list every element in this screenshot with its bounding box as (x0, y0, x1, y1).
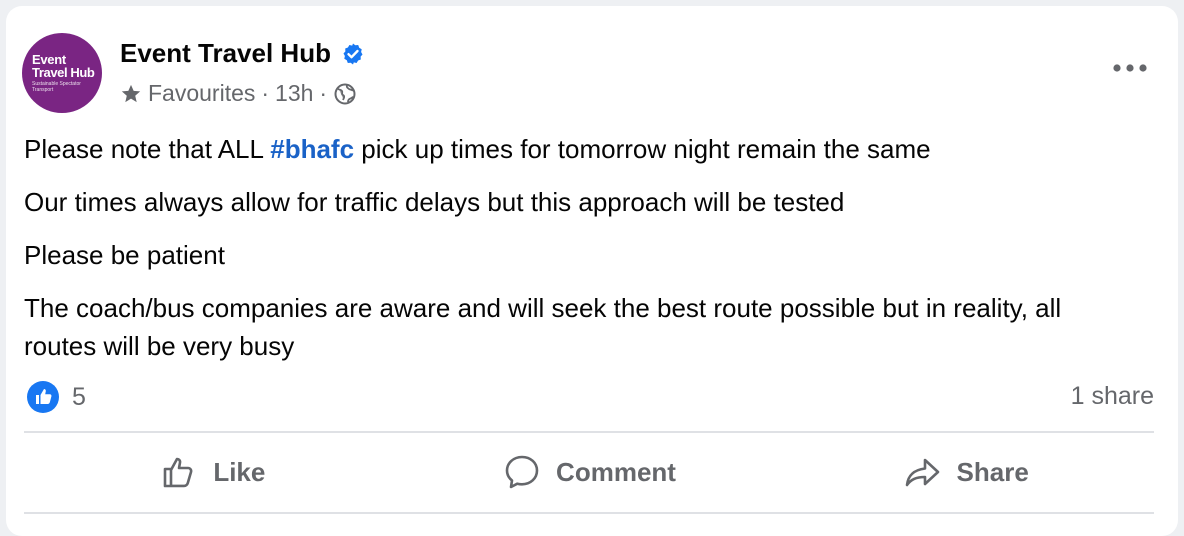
post-author[interactable]: Event Travel Hub (120, 38, 365, 69)
post-paragraph-2: Our times always allow for traffic delay… (24, 187, 845, 217)
divider (24, 512, 1154, 514)
share-arrow-icon (905, 458, 939, 487)
verified-badge-icon (343, 43, 363, 64)
like-label: Like (213, 456, 266, 487)
share-button[interactable]: Share (777, 442, 1154, 502)
hashtag-link[interactable]: #bhafc (270, 134, 354, 164)
post-paragraph-1: Please note that ALL #bhafc pick up time… (24, 130, 1134, 168)
post-actions: Like Comment Share (24, 442, 1154, 502)
avatar-logo-tagline: Sustainable Spectator Transport (32, 81, 81, 93)
avatar-logo-line2: Travel Hub (32, 65, 95, 80)
post-text-segment: Please note that ALL (24, 134, 271, 164)
comment-bubble-icon (505, 455, 539, 489)
post-card: Event Travel Hub Sustainable Spectator T… (6, 6, 1178, 536)
share-label: Share (956, 456, 1029, 487)
like-button[interactable]: Like (24, 442, 401, 502)
meta-separator: · (319, 80, 328, 106)
divider (24, 431, 1154, 433)
like-reaction-icon (27, 381, 59, 413)
globe-icon[interactable] (333, 82, 357, 106)
share-count[interactable]: 1 share (1071, 382, 1154, 411)
post-timestamp[interactable]: 13h (275, 80, 313, 107)
comment-label: Comment (556, 456, 676, 487)
post-paragraph-4: The coach/bus companies are aware and wi… (24, 293, 1062, 361)
post-paragraph-3: Please be patient (24, 240, 225, 270)
reaction-summary[interactable]: 5 (26, 380, 86, 414)
audience-label[interactable]: Favourites (148, 80, 255, 107)
author-name[interactable]: Event Travel Hub (120, 38, 331, 69)
post-body: Please note that ALL #bhafc pick up time… (24, 130, 1134, 380)
page-avatar[interactable]: Event Travel Hub Sustainable Spectator T… (22, 33, 102, 113)
more-options-button[interactable] (1108, 56, 1152, 80)
post-meta: Favourites · 13h · (120, 80, 357, 107)
post-text-segment: pick up times for tomorrow night remain … (354, 134, 931, 164)
star-icon (121, 84, 141, 102)
comment-button[interactable]: Comment (401, 442, 778, 502)
ellipsis-icon (1113, 64, 1147, 72)
thumbs-up-icon (164, 457, 193, 488)
reaction-count[interactable]: 5 (72, 383, 86, 412)
meta-separator: · (261, 80, 270, 106)
